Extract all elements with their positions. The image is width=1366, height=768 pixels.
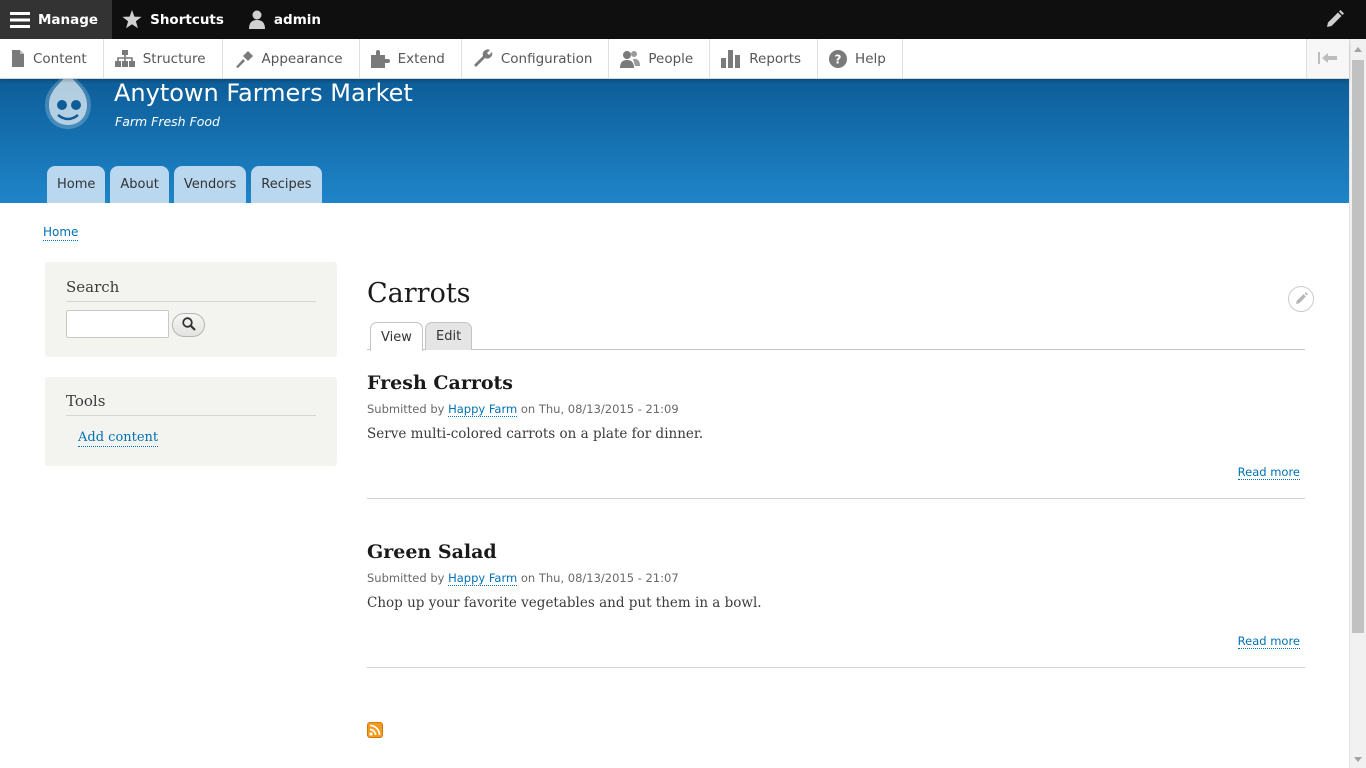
menu-people[interactable]: People <box>609 39 711 78</box>
people-icon <box>620 50 641 68</box>
sitemap-icon <box>114 50 135 67</box>
paintbrush-icon <box>234 50 254 68</box>
menu-structure[interactable]: Structure <box>104 39 223 78</box>
tray-orientation-toggle[interactable] <box>1306 39 1349 78</box>
tab-view[interactable]: View <box>370 322 423 351</box>
submitted-by-label: Submitted by <box>367 402 445 416</box>
main-menu: Home About Vendors Recipes <box>47 166 322 203</box>
breadcrumb-home-link[interactable]: Home <box>43 224 79 241</box>
drupal-logo-icon[interactable] <box>39 69 97 135</box>
teaser-body: Serve multi-colored carrots on a plate f… <box>367 426 704 442</box>
shortcuts-label: Shortcuts <box>150 11 224 28</box>
node-teaser: Fresh Carrots Submitted by Happy Farm on… <box>367 372 1305 499</box>
node-teaser: Green Salad Submitted by Happy Farm on T… <box>367 541 1305 668</box>
user-button[interactable]: admin <box>238 0 335 39</box>
svg-text:?: ? <box>835 52 842 66</box>
menu-appearance-label: Appearance <box>261 50 343 67</box>
menu-configuration-label: Configuration <box>500 50 593 67</box>
pencil-icon <box>1295 290 1308 309</box>
tools-block-title: Tools <box>66 392 316 416</box>
search-block: Search <box>45 262 337 357</box>
tools-block: Tools Add content <box>45 377 337 466</box>
menu-extend-label: Extend <box>397 50 445 67</box>
menu-help[interactable]: ? Help <box>818 39 903 78</box>
menu-help-label: Help <box>855 50 886 67</box>
site-name[interactable]: Anytown Farmers Market <box>114 79 413 107</box>
search-button[interactable] <box>172 313 205 337</box>
bar-chart-icon <box>721 49 741 68</box>
local-tasks-tabs: View Edit <box>367 322 1305 351</box>
menu-people-label: People <box>648 50 694 67</box>
menu-reports-label: Reports <box>749 50 802 67</box>
submitted-date: on Thu, 08/13/2015 - 21:09 <box>520 402 679 416</box>
main-menu-home[interactable]: Home <box>47 166 106 203</box>
edit-mode-pencil-icon[interactable] <box>1325 10 1344 33</box>
admin-toolbar: Manage Shortcuts admin <box>0 0 1366 39</box>
submitted-date: on Thu, 08/13/2015 - 21:07 <box>520 571 679 585</box>
teaser-submitted: Submitted by Happy Farm on Thu, 08/13/20… <box>367 402 679 417</box>
user-icon <box>248 10 266 29</box>
teaser-body: Chop up your favorite vegetables and put… <box>367 595 762 611</box>
page-scrollbar[interactable] <box>1349 39 1366 768</box>
menu-configuration[interactable]: Configuration <box>462 39 610 78</box>
main-menu-about[interactable]: About <box>110 166 169 203</box>
admin-menu-tray: Content Structure Appearance Extend Conf… <box>0 39 1349 79</box>
menu-reports[interactable]: Reports <box>710 39 819 78</box>
add-content-link[interactable]: Add content <box>78 430 159 447</box>
scroll-down-arrow-icon[interactable] <box>1354 757 1362 762</box>
teaser-title[interactable]: Green Salad <box>367 541 497 563</box>
star-icon <box>122 10 142 29</box>
hamburger-icon <box>10 11 30 29</box>
page-title: Carrots <box>367 278 471 309</box>
manage-button[interactable]: Manage <box>0 0 113 39</box>
menu-extend[interactable]: Extend <box>360 39 462 78</box>
file-icon <box>11 50 25 67</box>
help-icon: ? <box>829 49 848 68</box>
contextual-links-button[interactable] <box>1288 286 1314 312</box>
menu-structure-label: Structure <box>142 50 206 67</box>
teaser-title[interactable]: Fresh Carrots <box>367 372 513 394</box>
manage-label: Manage <box>38 11 99 28</box>
main-menu-recipes[interactable]: Recipes <box>251 166 322 203</box>
read-more-link[interactable]: Read more <box>1237 465 1300 480</box>
search-input[interactable] <box>66 310 169 338</box>
teaser-submitted: Submitted by Happy Farm on Thu, 08/13/20… <box>367 571 679 586</box>
scrollbar-thumb[interactable] <box>1352 60 1364 633</box>
user-label: admin <box>273 11 322 28</box>
read-more-link[interactable]: Read more <box>1237 634 1300 649</box>
tab-edit[interactable]: Edit <box>425 322 473 350</box>
puzzle-icon <box>370 49 390 68</box>
submitted-by-label: Submitted by <box>367 571 445 585</box>
search-block-title: Search <box>66 278 316 302</box>
author-link[interactable]: Happy Farm <box>448 571 518 586</box>
menu-content[interactable]: Content <box>0 39 104 78</box>
scroll-up-arrow-icon[interactable] <box>1354 47 1362 52</box>
wrench-icon <box>473 49 493 68</box>
main-menu-vendors[interactable]: Vendors <box>173 166 247 203</box>
site-header: Anytown Farmers Market Farm Fresh Food H… <box>0 69 1349 203</box>
rss-feed-icon[interactable] <box>367 722 383 738</box>
site-slogan: Farm Fresh Food <box>115 114 220 129</box>
search-icon <box>181 316 196 335</box>
menu-appearance[interactable]: Appearance <box>223 39 360 78</box>
author-link[interactable]: Happy Farm <box>448 402 518 417</box>
shortcuts-button[interactable]: Shortcuts <box>112 0 238 39</box>
collapse-left-icon <box>1318 49 1338 68</box>
menu-content-label: Content <box>33 50 87 67</box>
